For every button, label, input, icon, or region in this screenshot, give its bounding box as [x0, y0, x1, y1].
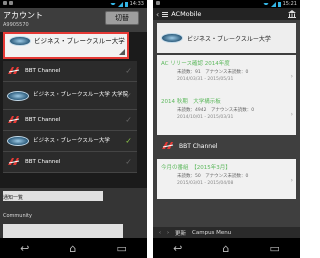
- battery-icon: [277, 1, 281, 7]
- group-label: ビジネス・ブレークスルー大学: [33, 137, 110, 144]
- back-icon[interactable]: ↩: [173, 242, 182, 255]
- home-icon[interactable]: ⌂: [69, 242, 76, 255]
- content-scroll[interactable]: ビジネス・ブレークスルー大学 AC リリース確認 2014年度 未読数：91 ア…: [153, 20, 300, 238]
- dropdown-corner-icon: [119, 49, 125, 55]
- right-phone-screen: 15:21 ‹ ACMobile ビジネス・ブレークスルー大学 AC リリース確…: [153, 0, 300, 258]
- status-time: 14:33: [129, 1, 144, 7]
- switch-button[interactable]: 切替: [105, 11, 139, 25]
- app-title: ACMobile: [171, 10, 202, 18]
- battery-icon: [124, 1, 128, 7]
- ac-logo-icon: [7, 90, 29, 101]
- course-item-meta: 未読数：91 アナウンス未読数：0: [177, 70, 249, 75]
- group-item-selected[interactable]: ビジネス・ブレークスルー大学 ✓: [3, 131, 137, 152]
- account-id: A9905570: [3, 22, 29, 28]
- wifi-icon: [109, 3, 116, 5]
- notifications-label: 通知一覧: [3, 195, 24, 201]
- notification-icons: [156, 1, 160, 5]
- course-item-dates: 2014/03/31 - 2015/05/31: [177, 77, 234, 82]
- group-item[interactable]: BBT Channel ✓: [3, 110, 137, 131]
- group-label: ビジネス・ブレークスルー大学 大学院: [33, 92, 129, 98]
- channel-item-title[interactable]: 今月の番組 【2015年3月】: [161, 163, 231, 171]
- prev-icon[interactable]: ‹: [159, 230, 161, 236]
- account-title: アカウント: [3, 11, 43, 20]
- signal-icon: [270, 1, 276, 7]
- group-header-title: ビジネス・ブレークスルー大学: [187, 35, 271, 43]
- group-label: BBT Channel: [25, 67, 61, 74]
- channel-list-card: 今月の番組 【2015年3月】 未読数：50 アナウンス未読数：0 2015/0…: [157, 159, 296, 199]
- status-time: 15:21: [282, 1, 297, 7]
- android-nav-bar: ↩ ⌂ ▭: [0, 238, 147, 258]
- left-phone-screen: 14:33 アカウント A9905570 切替 ビジネス・ブレークスルー大学 B…: [0, 0, 147, 258]
- chevron-right-icon: ›: [290, 111, 293, 118]
- next-icon[interactable]: ›: [167, 230, 169, 236]
- status-bar: 14:33: [0, 0, 147, 8]
- group-label: BBT Channel: [25, 158, 61, 165]
- notification-icon: [9, 1, 13, 5]
- group-label: BBT Channel: [25, 116, 61, 123]
- ac-logo-icon: [161, 33, 183, 43]
- bbt-logo-icon: [7, 115, 21, 125]
- app-bar: ‹ ACMobile: [153, 8, 300, 20]
- menu-icon[interactable]: [162, 11, 169, 17]
- recent-apps-icon[interactable]: ▭: [270, 242, 280, 255]
- bbt-logo-icon: [161, 141, 175, 151]
- group-item[interactable]: ビジネス・ブレークスルー大学 大学院 ✓: [3, 82, 137, 110]
- back-arrow-icon[interactable]: ‹: [156, 10, 159, 19]
- check-icon: ✓: [125, 91, 132, 100]
- status-bar: 15:21: [153, 0, 300, 8]
- selected-check-icon: ✓: [125, 136, 132, 146]
- current-group-label: ビジネス・ブレークスルー大学: [34, 37, 125, 45]
- course-item-dates: 2014/10/01 - 2015/03/31: [177, 115, 234, 120]
- bottom-toolbar: ‹ › 更新 Campus Menu: [153, 227, 300, 238]
- channel-title: BBT Channel: [179, 142, 218, 150]
- course-item-title[interactable]: AC リリース確認 2014年度: [161, 59, 230, 67]
- course-item-title[interactable]: 2014 秋期 大学構示板: [161, 97, 221, 105]
- side-menu: 通知一覧 Community: [0, 188, 147, 238]
- notification-icon: [156, 1, 160, 5]
- course-item-meta: 未読数：4942 アナウンス未読数：0: [177, 108, 255, 113]
- android-nav-bar: ↩ ⌂ ▭: [153, 238, 300, 258]
- update-button[interactable]: 更新: [175, 229, 186, 237]
- bbt-logo-icon: [7, 66, 21, 76]
- ac-logo-icon: [7, 136, 29, 146]
- notification-icons: [3, 1, 13, 5]
- chevron-right-icon: ›: [290, 73, 293, 80]
- channel-header: BBT Channel: [157, 135, 296, 157]
- group-dropdown-list: BBT Channel ✓ ビジネス・ブレークスルー大学 大学院 ✓ BBT C…: [3, 61, 137, 173]
- check-icon: ✓: [125, 66, 132, 76]
- recent-apps-icon[interactable]: ▭: [117, 242, 127, 255]
- group-header-card: ビジネス・ブレークスルー大学: [157, 23, 296, 53]
- community-section-label: Community: [3, 213, 32, 219]
- channel-item-dates: 2015/03/01 - 2015/04/08: [177, 181, 234, 186]
- campus-menu-button[interactable]: Campus Menu: [192, 230, 231, 236]
- back-icon[interactable]: ↩: [20, 242, 29, 255]
- channel-item-meta: 未読数：50 アナウンス未読数：0: [177, 174, 249, 179]
- check-icon: ✓: [125, 115, 132, 125]
- bbt-logo-icon: [7, 157, 21, 167]
- account-header: アカウント A9905570 切替: [0, 8, 147, 32]
- current-group-selector[interactable]: ビジネス・ブレークスルー大学: [3, 32, 129, 59]
- group-item[interactable]: BBT Channel ✓: [3, 61, 137, 82]
- home-icon[interactable]: ⌂: [222, 242, 229, 255]
- notification-icon: [3, 1, 7, 5]
- group-item[interactable]: BBT Channel ✓: [3, 152, 137, 173]
- signal-icon: [117, 1, 123, 7]
- ac-logo-icon: [9, 36, 31, 46]
- wifi-icon: [262, 3, 269, 5]
- community-menu-item[interactable]: [3, 224, 123, 238]
- building-icon[interactable]: [288, 10, 296, 18]
- chevron-right-icon: ›: [290, 177, 293, 184]
- check-icon: ✓: [125, 157, 132, 167]
